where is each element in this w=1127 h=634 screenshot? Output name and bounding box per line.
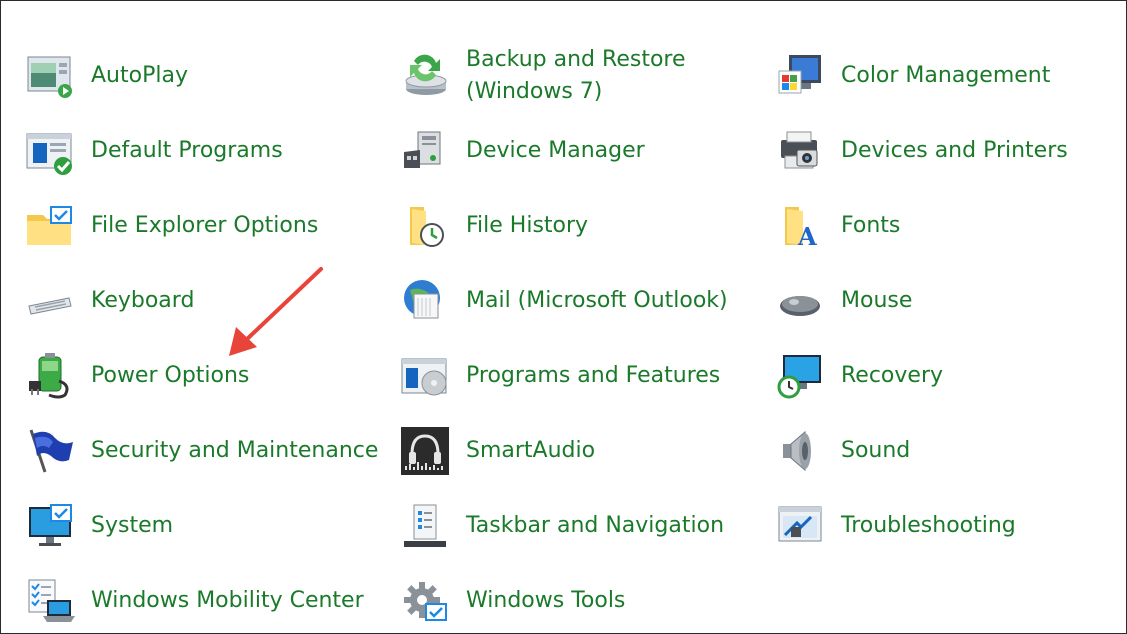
item-devices-printers[interactable]: Devices and Printers	[775, 121, 1068, 181]
item-backup-restore[interactable]: Backup and Restore (Windows 7)	[400, 46, 696, 106]
fonts-icon: A	[775, 201, 825, 251]
taskbar-navigation-icon	[400, 501, 450, 551]
item-label: Default Programs	[91, 138, 283, 163]
keyboard-icon	[25, 276, 75, 326]
item-label: Mail (Microsoft Outlook)	[466, 288, 728, 313]
backup-restore-icon	[400, 51, 450, 101]
item-label: Keyboard	[91, 288, 195, 313]
item-recovery[interactable]: Recovery	[775, 346, 943, 406]
item-label: Devices and Printers	[841, 138, 1068, 163]
mouse-icon	[775, 276, 825, 326]
power-options-icon	[25, 351, 75, 401]
item-system[interactable]: System	[25, 496, 173, 556]
mail-icon	[400, 276, 450, 326]
item-color-management[interactable]: Color Management	[775, 46, 1050, 106]
item-windows-mobility-center[interactable]: Windows Mobility Center	[25, 571, 364, 631]
item-label: Taskbar and Navigation	[466, 513, 725, 538]
item-label: Color Management	[841, 63, 1051, 88]
item-device-manager[interactable]: Device Manager	[400, 121, 645, 181]
sound-speaker-icon	[775, 426, 825, 476]
system-monitor-icon	[25, 501, 75, 551]
item-mail[interactable]: Mail (Microsoft Outlook)	[400, 271, 728, 331]
item-label: Power Options	[91, 363, 250, 388]
item-label: SmartAudio	[466, 438, 596, 463]
item-label: Windows Mobility Center	[91, 588, 364, 613]
item-fonts[interactable]: A Fonts	[775, 196, 900, 256]
autoplay-icon	[25, 51, 75, 101]
item-label: Troubleshooting	[841, 513, 1016, 538]
default-programs-icon	[25, 126, 75, 176]
control-panel-all-items: AutoPlay Backup and Restore (Windows 7) …	[0, 0, 1127, 634]
item-label: Security and Maintenance	[91, 438, 379, 463]
item-programs-features[interactable]: Programs and Features	[400, 346, 720, 406]
troubleshooting-icon	[775, 501, 825, 551]
file-history-icon	[400, 201, 450, 251]
item-label: File History	[466, 213, 589, 238]
item-label: Sound	[841, 438, 911, 463]
item-file-explorer-options[interactable]: File Explorer Options	[25, 196, 318, 256]
windows-tools-icon	[400, 576, 450, 626]
item-troubleshooting[interactable]: Troubleshooting	[775, 496, 1016, 556]
devices-printers-icon	[775, 126, 825, 176]
security-flag-icon	[25, 426, 75, 476]
file-explorer-options-icon	[25, 201, 75, 251]
programs-features-icon	[400, 351, 450, 401]
item-label: Recovery	[841, 363, 944, 388]
item-smartaudio[interactable]: SmartAudio	[400, 421, 595, 481]
item-sound[interactable]: Sound	[775, 421, 910, 481]
item-keyboard[interactable]: Keyboard	[25, 271, 194, 331]
recovery-icon	[775, 351, 825, 401]
item-power-options[interactable]: Power Options	[25, 346, 249, 406]
item-security-maintenance[interactable]: Security and Maintenance	[25, 421, 378, 481]
item-label: Backup and Restore (Windows 7)	[466, 47, 686, 104]
item-label: AutoPlay	[91, 63, 188, 88]
device-manager-icon	[400, 126, 450, 176]
item-file-history[interactable]: File History	[400, 196, 588, 256]
item-mouse[interactable]: Mouse	[775, 271, 912, 331]
item-label: Programs and Features	[466, 363, 721, 388]
item-windows-tools[interactable]: Windows Tools	[400, 571, 625, 631]
item-label: Fonts	[841, 213, 901, 238]
color-management-icon	[775, 51, 825, 101]
item-autoplay[interactable]: AutoPlay	[25, 46, 188, 106]
item-default-programs[interactable]: Default Programs	[25, 121, 283, 181]
item-label: System	[91, 513, 174, 538]
mobility-center-icon	[25, 576, 75, 626]
item-label: File Explorer Options	[91, 213, 319, 238]
item-taskbar-navigation[interactable]: Taskbar and Navigation	[400, 496, 724, 556]
item-label: Device Manager	[466, 138, 645, 163]
svg-text:A: A	[797, 222, 817, 251]
item-label: Mouse	[841, 288, 913, 313]
smartaudio-icon	[400, 426, 450, 476]
item-label: Windows Tools	[466, 588, 626, 613]
